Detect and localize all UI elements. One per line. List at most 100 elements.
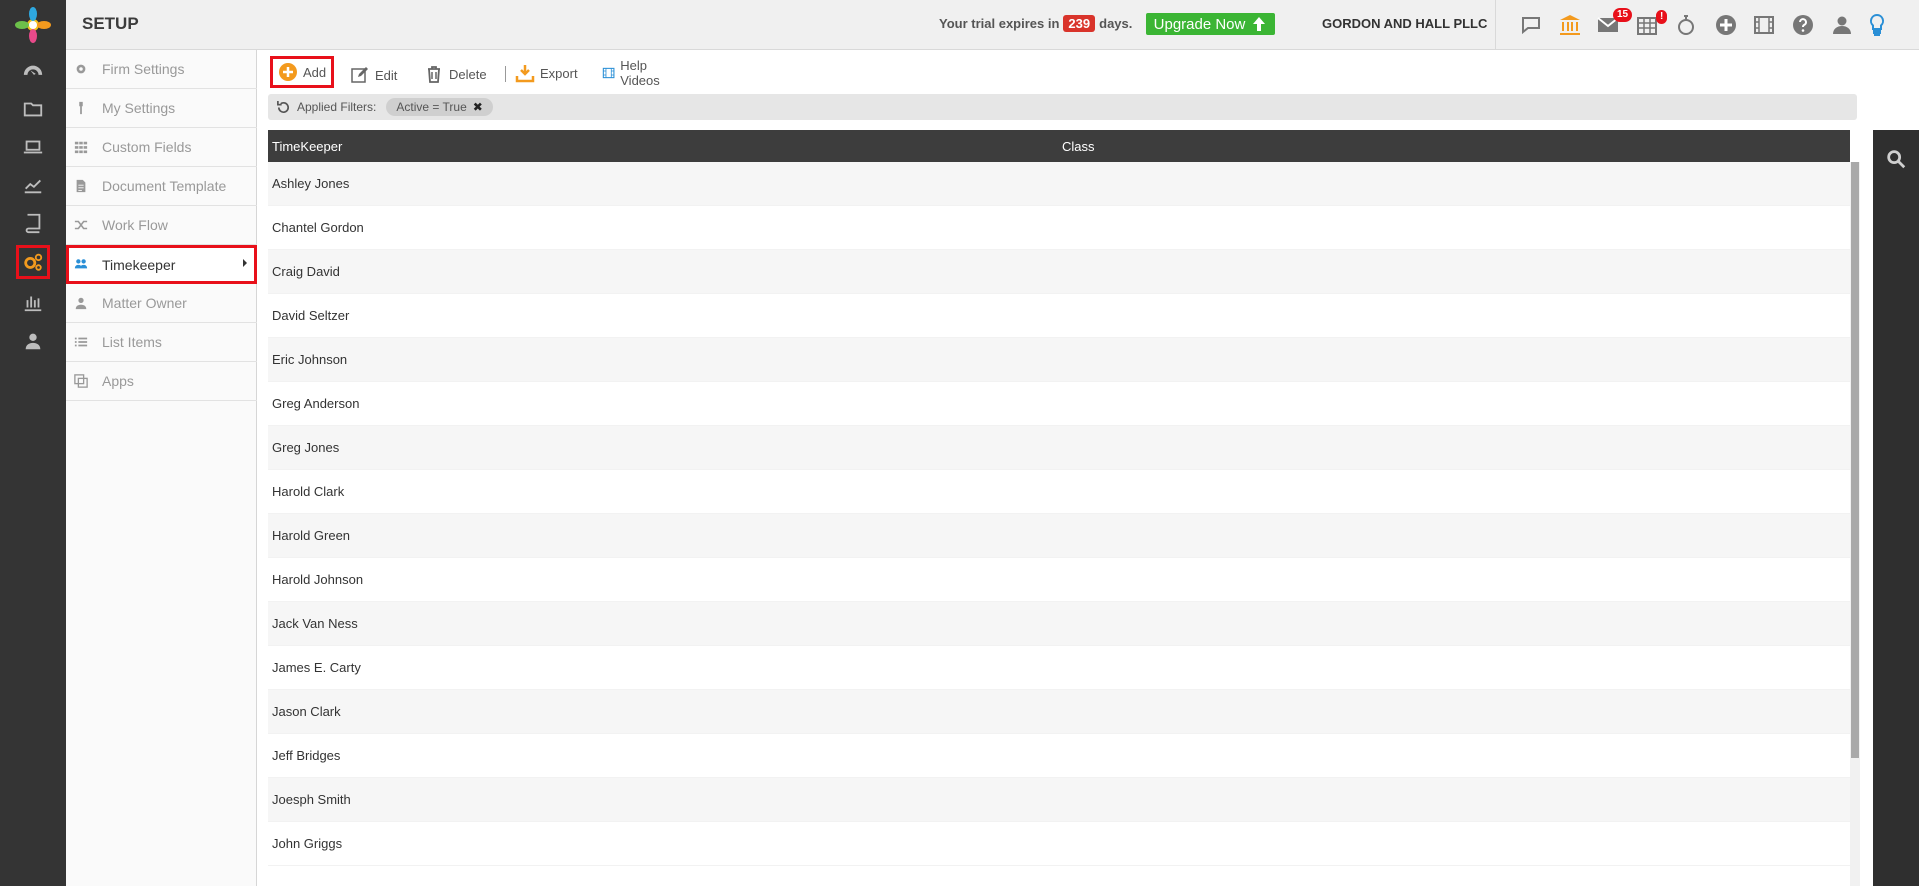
user-icon[interactable]	[16, 326, 50, 356]
download-icon	[515, 65, 535, 83]
sidebar-item-apps[interactable]: Apps	[66, 362, 257, 401]
remove-filter-icon[interactable]: ✖	[473, 100, 483, 114]
upgrade-label: Upgrade Now	[1153, 15, 1246, 33]
timekeeper-name-cell: Harold Green	[272, 528, 351, 543]
timekeeper-name-cell: Harold Clark	[272, 484, 345, 499]
right-search-rail	[1873, 130, 1919, 886]
vertical-scrollbar[interactable]	[1850, 162, 1860, 886]
firm-name: GORDON AND HALL PLLC	[1322, 16, 1488, 31]
delete-button[interactable]: Delete	[424, 58, 487, 90]
timekeeper-name-cell: Eric Johnson	[272, 352, 348, 367]
help-videos-label: Help Videos	[620, 58, 660, 88]
film-icon[interactable]	[1749, 10, 1779, 40]
sidebar-item-matter-owner[interactable]: Matter Owner	[66, 284, 257, 323]
sidebar-item-firm-settings[interactable]: Firm Settings	[66, 50, 257, 89]
sidebar-item-timekeeper[interactable]: Timekeeper	[66, 245, 257, 284]
user-icon	[75, 297, 87, 310]
reset-icon[interactable]	[276, 100, 291, 115]
table-row[interactable]: Harold Johnson	[268, 558, 1850, 602]
filter-chip[interactable]: Active = True ✖	[386, 98, 493, 116]
settings-gears-icon[interactable]	[16, 245, 50, 279]
help-icon[interactable]	[1788, 10, 1818, 40]
add-label: Add	[303, 64, 327, 80]
sidebar-item-my-settings[interactable]: My Settings	[66, 89, 257, 128]
trial-prefix: Your trial expires in	[939, 16, 1060, 31]
sidebar-item-custom-fields[interactable]: Custom Fields	[66, 128, 257, 167]
timekeeper-name-cell: John Griggs	[272, 836, 343, 851]
timekeeper-name-cell: Jason Clark	[272, 704, 341, 719]
timekeeper-name-cell: David Seltzer	[272, 308, 350, 323]
table-row[interactable]: Jack Van Ness	[268, 602, 1850, 646]
grid-icon	[74, 141, 88, 154]
add-button[interactable]: Add	[270, 56, 335, 88]
table-row[interactable]: James E. Carty	[268, 646, 1850, 690]
table-row[interactable]: Greg Jones	[268, 426, 1850, 470]
account-icon[interactable]	[1827, 10, 1857, 40]
sidebar-item-label: List Items	[102, 334, 162, 350]
table-row[interactable]: Jeff Bridges	[268, 734, 1850, 778]
help-videos-button[interactable]: Help Videos	[602, 57, 667, 89]
calendar-alert-badge: !	[1656, 10, 1668, 24]
chart-line-icon[interactable]	[16, 170, 50, 200]
stopwatch-icon[interactable]	[1671, 10, 1701, 40]
table-row[interactable]: Ashley Jones	[268, 162, 1850, 206]
book-icon[interactable]	[16, 208, 50, 238]
table-row[interactable]: Joesph Smith	[268, 778, 1850, 822]
folder-icon[interactable]	[16, 94, 50, 124]
sidebar-item-label: Document Template	[102, 178, 227, 194]
add-circle-icon[interactable]	[1711, 10, 1741, 40]
trial-suffix: days.	[1099, 16, 1133, 31]
table-row[interactable]: Craig David	[268, 250, 1850, 294]
document-icon	[76, 179, 86, 193]
trash-icon	[428, 66, 440, 83]
sidebar-item-document-template[interactable]: Document Template	[66, 167, 257, 206]
users-icon	[74, 259, 88, 269]
bar-chart-icon[interactable]	[16, 287, 50, 317]
timekeeper-name-cell: Craig David	[272, 264, 340, 279]
edit-button[interactable]: Edit	[350, 59, 397, 91]
arrow-up-icon	[1253, 17, 1266, 31]
table-row[interactable]: Harold Green	[268, 514, 1850, 558]
toolbar-divider	[505, 66, 506, 82]
chat-icon[interactable]	[1516, 10, 1546, 40]
app-rail	[0, 0, 66, 886]
sidebar-item-work-flow[interactable]: Work Flow	[66, 206, 257, 245]
timekeeper-name-cell: Jeff Bridges	[272, 748, 341, 763]
wrench-icon	[79, 101, 83, 115]
lightbulb-icon[interactable]	[1862, 10, 1892, 40]
timekeeper-name-cell: Chantel Gordon	[272, 220, 364, 235]
mail-count-badge: 15	[1613, 8, 1633, 22]
edit-icon	[351, 67, 368, 83]
scrollbar-thumb[interactable]	[1851, 162, 1859, 758]
upgrade-now-button[interactable]: Upgrade Now	[1146, 13, 1275, 35]
page-title: SETUP	[82, 14, 139, 33]
table-row[interactable]: Chantel Gordon	[268, 206, 1850, 250]
sidebar-item-label: Matter Owner	[102, 295, 187, 311]
filter-chip-label: Active = True	[396, 100, 467, 114]
apps-icon	[74, 374, 88, 388]
search-icon[interactable]	[1883, 146, 1909, 172]
table-row[interactable]: Greg Anderson	[268, 382, 1850, 426]
sidebar-item-list-items[interactable]: List Items	[66, 323, 257, 362]
app-logo[interactable]	[14, 6, 52, 44]
shuffle-icon	[74, 220, 88, 230]
sidebar-item-label: Custom Fields	[102, 139, 192, 155]
timekeeper-grid: TimeKeeper Class Ashley Jones Chantel Gor…	[268, 130, 1868, 886]
dashboard-icon[interactable]	[16, 58, 50, 88]
list-icon	[74, 337, 88, 347]
table-row[interactable]: Jason Clark	[268, 690, 1850, 734]
setup-sidebar: Firm Settings My Settings Custom Fields …	[66, 50, 257, 886]
table-row[interactable]: David Seltzer	[268, 294, 1850, 338]
laptop-icon[interactable]	[16, 132, 50, 162]
caret-right-icon	[243, 259, 247, 267]
table-row[interactable]: Harold Clark	[268, 470, 1850, 514]
sidebar-item-label: Timekeeper	[102, 256, 176, 273]
add-circle-icon	[279, 63, 297, 81]
table-row[interactable]: John Griggs	[268, 822, 1850, 866]
column-header-timekeeper[interactable]: TimeKeeper	[272, 139, 342, 154]
bank-icon[interactable]	[1555, 10, 1585, 40]
timekeeper-name-cell: James E. Carty	[272, 660, 361, 675]
table-row[interactable]: Eric Johnson	[268, 338, 1850, 382]
column-header-class[interactable]: Class	[1062, 139, 1095, 154]
export-button[interactable]: Export	[515, 57, 578, 89]
